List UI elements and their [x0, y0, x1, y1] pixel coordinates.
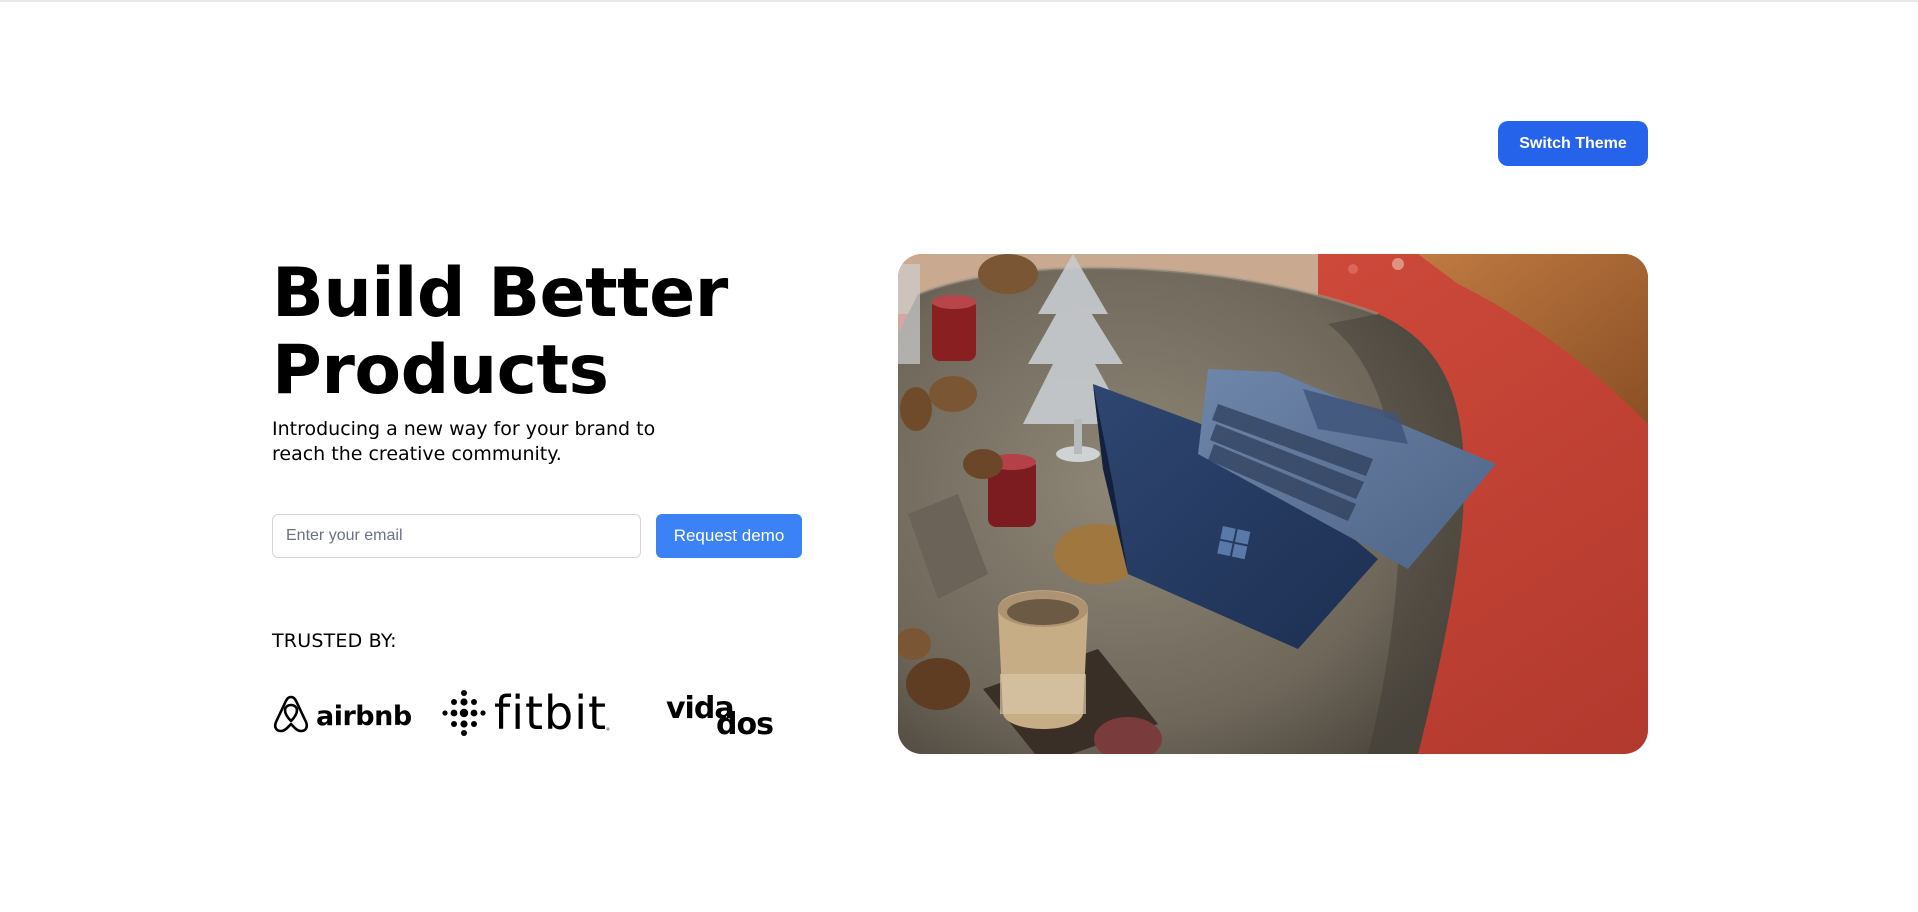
trusted-logos: airbnb fitbit vida dos [272, 688, 784, 738]
hero-subline: Introducing a new way for your brand to … [272, 418, 656, 465]
fitbit-logo: fitbit [432, 688, 664, 738]
svg-text:dos: dos [716, 707, 773, 738]
top-divider [0, 0, 1918, 2]
email-input[interactable] [272, 514, 641, 558]
hero-laptop-photo [898, 254, 1648, 754]
airbnb-logo-icon: airbnb [273, 695, 412, 733]
request-demo-button[interactable]: Request demo [656, 514, 802, 558]
laptop-photo-icon [898, 254, 1648, 754]
hero-copy: Build Better Products Introducing a new … [272, 255, 832, 467]
hero-headline: Build Better Products [272, 254, 728, 410]
signup-form: Request demo [272, 514, 802, 558]
fitbit-logo-icon: fitbit [442, 688, 610, 738]
trusted-by-label: TRUSTED BY: [272, 630, 397, 652]
airbnb-logo: airbnb [272, 691, 432, 735]
vidados-logo-icon: vida dos [666, 691, 774, 738]
svg-text:airbnb: airbnb [316, 701, 412, 732]
svg-text:fitbit: fitbit [494, 688, 607, 738]
vidados-logo: vida dos [664, 688, 784, 738]
switch-theme-button[interactable]: Switch Theme [1498, 121, 1648, 166]
